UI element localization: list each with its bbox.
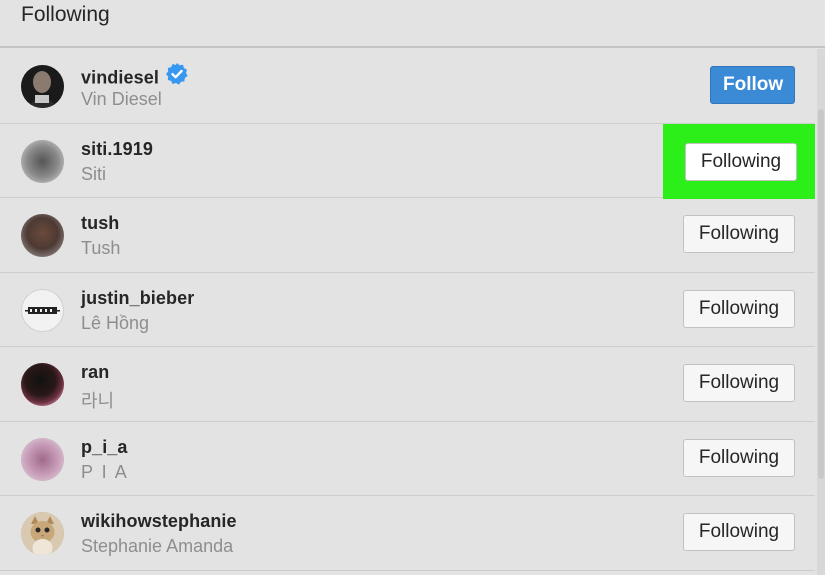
username[interactable]: p_i_a	[81, 437, 128, 458]
list-item: p_i_a P I A Following	[0, 422, 815, 496]
avatar[interactable]	[21, 288, 64, 332]
highlight-box: Following	[663, 123, 815, 199]
full-name: 라니	[81, 391, 115, 411]
following-list[interactable]: vindiesel Vin Diesel Follow siti.1919 Si…	[0, 49, 815, 571]
list-item: vindiesel Vin Diesel Follow	[0, 49, 815, 124]
avatar[interactable]	[21, 363, 64, 406]
dialog-header: Following	[0, 0, 825, 48]
scrollbar[interactable]	[817, 49, 825, 575]
username[interactable]: wikihowstephanie	[81, 511, 237, 532]
follow-button[interactable]: Follow	[710, 66, 795, 104]
full-name: Vin Diesel	[81, 89, 162, 109]
username[interactable]: tush	[81, 213, 119, 234]
full-name: Tush	[81, 238, 121, 258]
following-button[interactable]: Following	[683, 289, 795, 328]
full-name: P I A	[81, 461, 129, 482]
list-item: tush Tush Following	[0, 198, 815, 273]
scrollbar-thumb[interactable]	[818, 109, 824, 479]
username[interactable]: ran	[81, 362, 109, 383]
username[interactable]: siti.1919	[81, 139, 153, 160]
full-name: Siti	[81, 163, 107, 184]
full-name: Stephanie Amanda	[81, 536, 234, 556]
avatar[interactable]	[21, 512, 64, 555]
list-item: wikihowstephanie Stephanie Amanda Follow…	[0, 496, 815, 571]
dialog-title: Following	[21, 3, 110, 26]
avatar[interactable]	[21, 214, 64, 257]
following-button[interactable]: Following	[685, 142, 797, 181]
avatar[interactable]	[21, 437, 64, 481]
following-button[interactable]: Following	[683, 513, 795, 551]
following-dialog: Following vindiesel Vin Diesel Follow si…	[0, 0, 825, 575]
avatar[interactable]	[21, 65, 64, 108]
verified-badge-icon	[165, 62, 189, 91]
list-item: siti.1919 Siti Following	[0, 123, 815, 199]
avatar[interactable]	[21, 139, 64, 183]
list-item: justin_bieber Lê Hồng Following	[0, 273, 815, 347]
username[interactable]: justin_bieber	[81, 288, 194, 309]
full-name: Lê Hồng	[81, 312, 150, 333]
following-button[interactable]: Following	[683, 364, 795, 402]
following-button[interactable]: Following	[683, 215, 795, 253]
list-item: ran 라니 Following	[0, 347, 815, 422]
following-button[interactable]: Following	[683, 438, 795, 477]
